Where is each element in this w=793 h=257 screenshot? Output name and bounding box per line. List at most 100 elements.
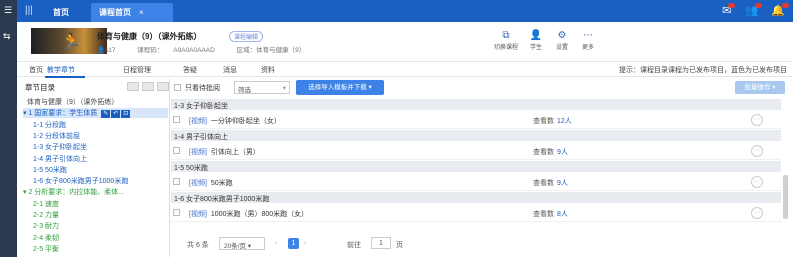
group-header: 1-4 男子引体向上 (171, 130, 781, 141)
item-title-text: 引体向上（男） (210, 149, 260, 156)
op-icon[interactable]: ⋯ (751, 207, 763, 219)
subnav-home[interactable]: 首页 (29, 65, 43, 75)
list-item[interactable]: [视频] 50米跑 查看数 9人 ⋯ (171, 173, 781, 191)
op-icon[interactable]: ⋯ (751, 176, 763, 188)
subnav-qa[interactable]: 答疑 (183, 65, 197, 75)
tree-node[interactable]: 2-3 耐力 (33, 221, 59, 231)
course-edit-badge[interactable]: 课程编辑 (229, 31, 264, 42)
item-title[interactable]: [视频] 引体向上（男） (189, 147, 260, 157)
tree-node-label: 2-3 耐力 (33, 223, 60, 231)
subnav-schedule[interactable]: 日程管理 (123, 65, 151, 75)
course-name: 体育与健康（9）（课外拓练） (97, 32, 202, 41)
tree-node-label: 体育与健康（9）（课外拓练） (27, 99, 119, 106)
tree-node-label: 1 国家要求：学生体质 (28, 110, 98, 118)
grid-icon[interactable]: ☰ (4, 5, 12, 16)
page-unit: 页 (396, 242, 403, 249)
import-template-button[interactable]: 选择导入模板并下载 ▾ (296, 80, 384, 95)
switch-course-button[interactable]: ⧉ 切换课程 (494, 30, 518, 51)
tree-node-label: 2-2 力量 (33, 212, 60, 219)
list-item[interactable]: [视频] 引体向上（男） 查看数 9人 ⋯ (171, 142, 781, 160)
row-checkbox[interactable] (173, 209, 180, 216)
list-item[interactable]: [视频] 一分钟仰卧起坐（女） 查看数 12人 ⋯ (171, 111, 781, 129)
filter-bar: 只看待批阅 筛选 ▾ 选择导入模板并下载 ▾ 批量操作 ▾ (171, 79, 793, 97)
only-pending-label: 只看待批阅 (185, 85, 220, 92)
tree-node[interactable]: 2-5 平衡 (33, 244, 59, 254)
tree-node[interactable]: 体育与健康（9）（课外拓练） (27, 97, 118, 107)
switch-icon: ⧉ (502, 30, 510, 41)
chevron-down-icon: ▾ (282, 85, 286, 92)
op-icon[interactable]: ⋯ (751, 114, 763, 126)
copy-icon[interactable]: ⊡ (121, 110, 131, 119)
course-code: 课程码： A9A0A0AAAD (137, 47, 215, 54)
op-icon[interactable]: ⋯ (751, 145, 763, 157)
scrollbar[interactable] (783, 175, 788, 219)
next-page-button[interactable]: › (304, 240, 306, 247)
item-title-text: 一分钟仰卧起坐（女） (210, 118, 281, 125)
tree-node[interactable]: 1-5 50米跑 (33, 165, 67, 175)
tree-node[interactable]: 1-4 男子引体向上 (33, 154, 87, 164)
batch-action-button[interactable]: 批量操作 ▾ (735, 81, 785, 94)
swap-icon[interactable]: ⇆ (3, 31, 11, 42)
current-page[interactable]: 1 (288, 238, 299, 249)
active-tab-underline (45, 76, 85, 78)
tree-node-label: 2-1 速度 (33, 200, 60, 208)
tree-node[interactable]: 2-4 柔韧 (33, 233, 59, 243)
more-icon: ⋯ (583, 30, 593, 41)
pager-total: 共 6 条 (187, 242, 209, 249)
subnav-chapters[interactable]: 教学章节 (47, 65, 75, 75)
item-title[interactable]: [视频] 50米跑 (189, 178, 233, 188)
node-tools: ✎ ↶ ⊡ (101, 110, 131, 119)
item-type-tag: [视频] (189, 211, 207, 218)
tree-header: 章节目录 (25, 83, 55, 92)
edit-icon[interactable]: ✎ (101, 110, 111, 119)
row-checkbox[interactable] (173, 116, 180, 123)
tree-node[interactable]: 1-2 分段体前屈 (33, 131, 80, 141)
tree-node[interactable]: ▾ 2 分析要求：内拉体能、柔体... (23, 187, 124, 197)
mail-icon[interactable]: ✉ (722, 3, 736, 17)
menu-icon[interactable]: ||| (25, 5, 33, 16)
more-button[interactable]: ⋯ 更多 (576, 30, 600, 51)
tree-node[interactable]: 2-2 力量 (33, 210, 59, 220)
filter-select[interactable]: 筛选 ▾ (234, 81, 290, 94)
top-bar: ||| 首页 课程首页 × ✉ 👥 🔔 (17, 0, 793, 22)
list-item[interactable]: [视频] 1000米跑（男）800米跑（女） 查看数 8人 ⋯ (171, 204, 781, 222)
undo-icon[interactable]: ↶ (111, 110, 121, 119)
tree-node[interactable]: 1-3 女子仰卧起坐 (33, 142, 87, 152)
tree-node[interactable]: 2-1 速度 (33, 199, 59, 209)
page-size-select[interactable]: 20条/页 ▾ (219, 237, 265, 250)
tab-home[interactable]: 首页 (45, 3, 77, 22)
goto-page-input[interactable]: 1 (371, 237, 391, 249)
item-title[interactable]: [视频] 一分钟仰卧起坐（女） (189, 116, 281, 126)
subnav-materials[interactable]: 资料 (261, 65, 275, 75)
tree-node[interactable]: 1-1 分段跑 (33, 120, 66, 130)
settings-button[interactable]: ⚙ 设置 (550, 30, 574, 51)
close-icon[interactable]: × (139, 8, 144, 17)
subnav-messages[interactable]: 消息 (223, 65, 237, 75)
tab-course-home-label: 课程首页 (99, 8, 131, 17)
tree-add-button[interactable] (157, 82, 169, 91)
only-pending-checkbox[interactable] (174, 84, 181, 91)
view-count: 查看数 8人 (533, 211, 568, 218)
tree-node-label: 1-4 男子引体向上 (33, 155, 88, 163)
student-icon: 👤 (529, 30, 543, 41)
tree-node-label: 2-5 平衡 (33, 245, 60, 253)
group-header: 1-5 50米跑 (171, 161, 781, 172)
tree-node-label: 1-6 女子800米跑男子1000米跑 (33, 178, 129, 186)
group-header: 1-6 女子800米跑男子1000米跑 (171, 192, 781, 203)
tree-node[interactable]: 1-6 女子800米跑男子1000米跑 (33, 176, 128, 186)
item-type-tag: [视频] (189, 180, 207, 187)
tab-course-home[interactable]: 课程首页 × (91, 3, 173, 22)
prev-page-button[interactable]: ‹ (275, 240, 277, 247)
row-checkbox[interactable] (173, 178, 180, 185)
publish-hint: 提示：课程目录课程为已发布项目，蓝色为已发布项目 (619, 67, 787, 74)
tree-expand-button[interactable] (127, 82, 139, 91)
item-title[interactable]: [视频] 1000米跑（男）800米跑（女） (189, 209, 308, 219)
settings-icon: ⚙ (557, 30, 567, 41)
tree-collapse-button[interactable] (142, 82, 154, 91)
user-add-icon[interactable]: 👥 (745, 3, 763, 17)
student-button[interactable]: 👤 学生 (524, 30, 548, 51)
row-checkbox[interactable] (173, 147, 180, 154)
notification-icon[interactable]: 🔔 (771, 3, 789, 17)
tree-node[interactable]: ▾ 1 国家要求：学生体质 ✎ ↶ ⊡ (23, 108, 168, 119)
content-list: 只看待批阅 筛选 ▾ 选择导入模板并下载 ▾ 批量操作 ▾ 1-3 女子仰卧起坐[… (171, 79, 793, 257)
